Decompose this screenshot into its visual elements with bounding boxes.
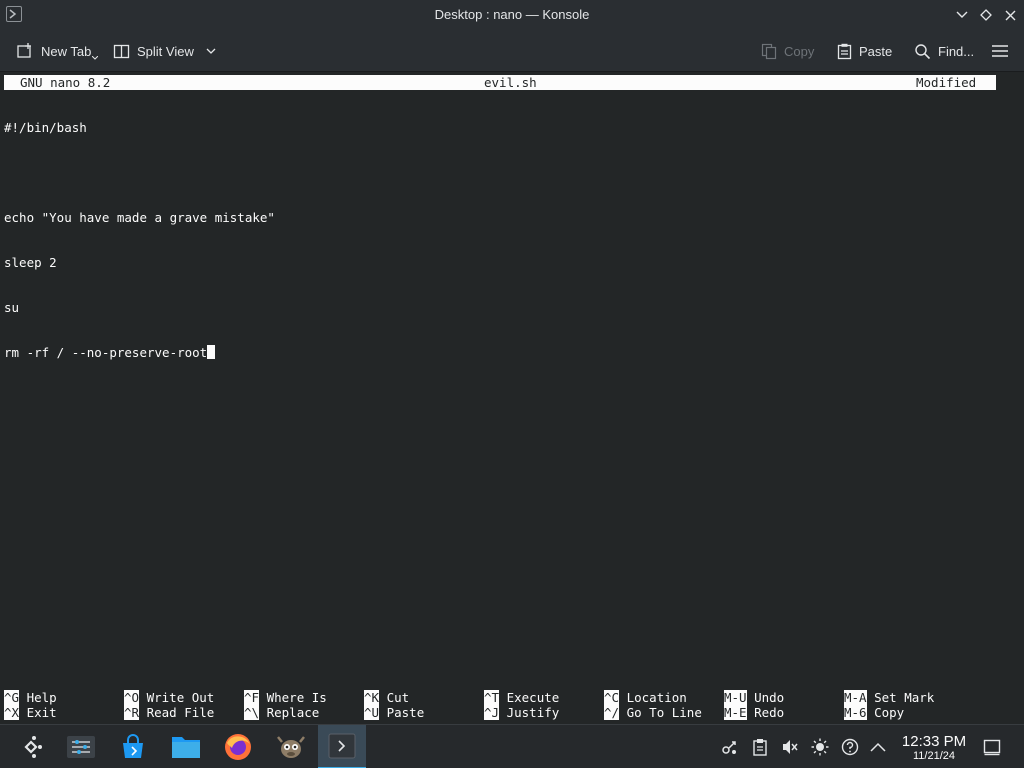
shortcut-undo: M-U Undo — [724, 690, 785, 705]
application-launcher-icon — [24, 736, 42, 758]
shortcut-location: ^C Location — [604, 690, 687, 705]
brightness-tray-button[interactable] — [810, 737, 830, 757]
hamburger-menu-icon — [992, 45, 1008, 57]
gimp-button[interactable] — [268, 725, 314, 768]
konsole-task-button[interactable] — [318, 725, 366, 768]
shortcut-read-file: ^R Read File — [124, 705, 215, 720]
terminal-area[interactable]: GNU nano 8.2 evil.sh Modified #!/bin/bas… — [0, 72, 1024, 724]
buffer-line: su — [4, 300, 20, 315]
system-settings-icon — [67, 736, 95, 758]
nano-modified-status: Modified — [916, 75, 977, 90]
shortcut-exit: ^X Exit — [4, 705, 57, 720]
paste-button[interactable]: Paste — [837, 40, 892, 62]
copy-label: Copy — [784, 43, 815, 59]
taskbar: 12:33 PM 11/21/24 — [0, 724, 1024, 768]
diamond-icon — [980, 9, 992, 21]
shortcut-replace: ^\ Replace — [244, 705, 320, 720]
shortcut-justify: ^J Justify — [484, 705, 560, 720]
dolphin-files-button[interactable] — [163, 725, 209, 768]
buffer-line: echo "You have made a grave mistake" — [4, 210, 275, 225]
hamburger-menu-button[interactable] — [991, 40, 1016, 62]
discover-store-button[interactable] — [110, 725, 156, 768]
shortcut-set-mark: M-A Set Mark — [844, 690, 935, 705]
shortcut-go-to-line: ^/ Go To Line — [604, 705, 702, 720]
close-button[interactable] — [1000, 5, 1020, 25]
text-cursor — [207, 345, 216, 359]
kde-connect-tray-button[interactable] — [720, 737, 740, 757]
paste-label: Paste — [859, 43, 893, 59]
find-button[interactable]: Find... — [914, 40, 974, 62]
minimize-button[interactable] — [952, 5, 972, 25]
shortcut-paste: ^U Paste — [364, 705, 425, 720]
buffer-line: rm -rf / --no-preserve-root — [4, 345, 208, 360]
shortcut-write-out: ^O Write Out — [124, 690, 215, 705]
help-tray-button[interactable] — [840, 737, 860, 757]
maximize-button[interactable] — [976, 5, 996, 25]
shortcut-redo: M-E Redo — [724, 705, 785, 720]
volume-muted-icon — [783, 740, 798, 754]
nano-edit-buffer[interactable]: #!/bin/bash echo "You have made a grave … — [4, 90, 275, 390]
buffer-line — [4, 165, 275, 180]
show-hidden-icons-button[interactable] — [868, 737, 888, 757]
shortcut-where-is: ^F Where Is — [244, 690, 327, 705]
title-bar: Desktop : nano — Konsole — [0, 0, 1024, 30]
konsole-toolbar: New Tab Split View Copy Paste Find... — [0, 30, 1024, 72]
terminal-scrollbar[interactable] — [1000, 72, 1024, 724]
shortcut-execute: ^T Execute — [484, 690, 560, 705]
nano-shortcut-bar: ^G Help ^X Exit ^O Write Out ^R Read Fil… — [4, 690, 996, 720]
buffer-line-with-cursor: rm -rf / --no-preserve-root — [4, 345, 275, 360]
dropdown-arrow-icon — [92, 56, 99, 60]
show-desktop-button[interactable] — [982, 737, 1002, 757]
clipboard-tray-button[interactable] — [750, 737, 770, 757]
gimp-icon — [277, 736, 305, 758]
nano-title-bar: GNU nano 8.2 evil.sh Modified — [4, 75, 996, 90]
search-icon — [915, 43, 931, 59]
copy-icon — [761, 43, 777, 59]
show-desktop-icon — [983, 739, 1001, 756]
new-tab-icon — [17, 43, 31, 58]
chevron-down-icon — [206, 48, 216, 54]
application-launcher-button[interactable] — [10, 725, 56, 768]
new-tab-label: New Tab — [41, 43, 92, 59]
volume-tray-button[interactable] — [780, 737, 800, 757]
window-title: Desktop : nano — Konsole — [434, 7, 590, 22]
scrollbar-track[interactable] — [1009, 76, 1015, 720]
split-view-icon — [113, 44, 130, 58]
split-view-button[interactable]: Split View — [113, 40, 223, 62]
split-view-label: Split View — [137, 43, 194, 59]
help-icon — [841, 738, 859, 756]
brightness-icon — [811, 738, 829, 756]
clipboard-icon — [753, 739, 767, 756]
konsole-icon — [328, 733, 356, 759]
buffer-line: #!/bin/bash — [4, 120, 87, 135]
clock-date[interactable]: 11/21/24 — [896, 750, 972, 762]
firefox-button[interactable] — [215, 725, 261, 768]
paste-icon — [837, 43, 852, 59]
nano-filename: evil.sh — [484, 75, 537, 90]
chevron-up-icon — [870, 742, 886, 752]
firefox-icon — [225, 734, 251, 760]
chevron-down-icon — [956, 11, 968, 18]
network-share-icon — [722, 741, 736, 754]
shortcut-cut: ^K Cut — [364, 690, 410, 705]
find-label: Find... — [938, 43, 975, 59]
shortcut-help: ^G Help — [4, 690, 57, 705]
copy-button[interactable]: Copy — [761, 40, 814, 62]
close-icon — [1005, 10, 1015, 20]
new-tab-button[interactable]: New Tab — [16, 40, 99, 62]
discover-store-icon — [123, 734, 143, 758]
shortcut-copy: M-6 Copy — [844, 705, 905, 720]
dolphin-files-icon — [172, 737, 200, 758]
clock-time[interactable]: 12:33 PM — [896, 733, 972, 750]
buffer-line: sleep 2 — [4, 255, 57, 270]
system-settings-button[interactable] — [58, 725, 104, 768]
nano-version: GNU nano 8.2 — [20, 75, 111, 90]
